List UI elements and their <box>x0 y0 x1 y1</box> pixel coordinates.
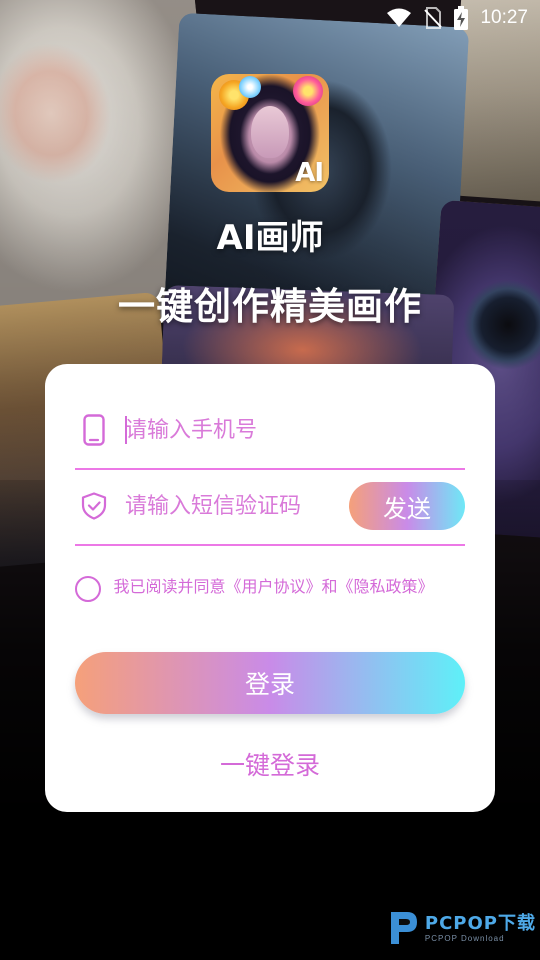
watermark: PCPOP下载 PCPOP Download <box>385 908 536 950</box>
sms-code-field-row: 发送 <box>75 468 465 546</box>
watermark-title: PCPOP下载 <box>424 913 536 934</box>
phone-input[interactable] <box>125 410 465 450</box>
agreement-checkbox[interactable] <box>75 576 101 602</box>
login-screen: 10:27 AI AI画师 一键创作精美画作 请输入手机号 请输入短信验证码 发… <box>0 0 540 960</box>
app-title: AI画师 <box>216 218 324 258</box>
login-card: 发送 我已阅读并同意《用户协议》和《隐私政策》 登录 一键登录 <box>45 364 495 812</box>
status-bar: 10:27 <box>0 0 540 36</box>
app-slogan: 一键创作精美画作 <box>118 285 422 328</box>
wifi-icon <box>386 8 412 28</box>
app-logo-badge: AI <box>295 158 324 188</box>
clock-time: 10:27 <box>480 7 528 28</box>
agreement-text[interactable]: 我已阅读并同意《用户协议》和《隐私政策》 <box>111 576 436 598</box>
phone-icon <box>75 414 113 446</box>
shield-check-icon <box>75 492 113 520</box>
agreement-row: 我已阅读并同意《用户协议》和《隐私政策》 <box>75 576 465 602</box>
phone-field-row <box>75 392 465 470</box>
login-button[interactable]: 登录 <box>75 652 465 714</box>
no-sim-icon <box>424 7 443 29</box>
text-cursor <box>125 416 127 444</box>
app-logo: AI <box>211 74 329 192</box>
portrait-face <box>251 106 289 158</box>
send-code-button[interactable]: 发送 <box>349 482 465 530</box>
watermark-logo-icon <box>385 908 421 950</box>
battery-charging-icon <box>454 6 469 30</box>
one-click-login-link[interactable]: 一键登录 <box>45 746 495 782</box>
watermark-subtitle: PCPOP Download <box>424 934 505 943</box>
sms-code-input[interactable] <box>125 486 345 526</box>
flower-icon <box>239 76 261 98</box>
flower-icon <box>293 76 323 106</box>
